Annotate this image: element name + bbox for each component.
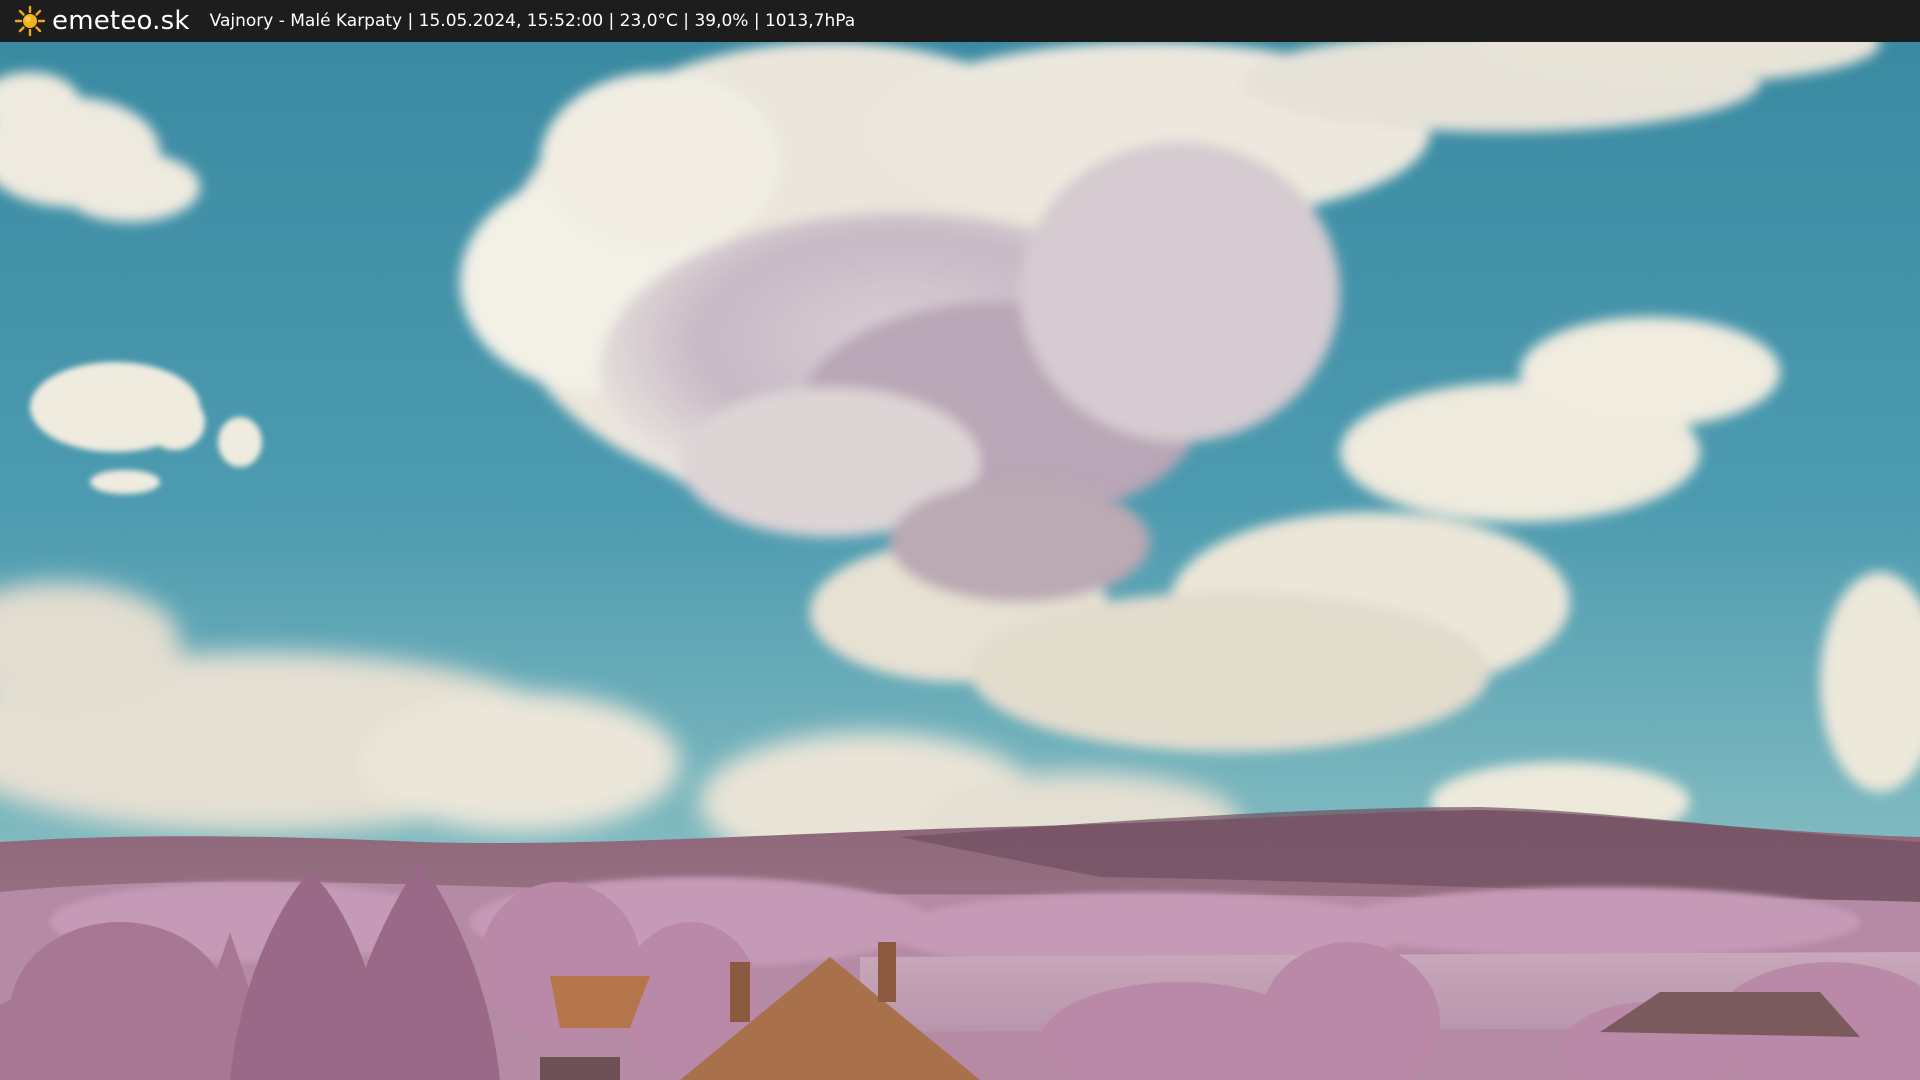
header-bar: emeteo.sk Vajnory - Malé Karpaty | 15.05… [0,0,1920,42]
emeteo-logo[interactable]: emeteo.sk [14,0,190,42]
station-caption: Vajnory - Malé Karpaty | 15.05.2024, 15:… [209,11,856,31]
sun-icon [14,5,46,37]
webcam-image [0,42,1920,1080]
webcam-frame: emeteo.sk Vajnory - Malé Karpaty | 15.05… [0,0,1920,1080]
brand-name: emeteo.sk [52,6,190,36]
